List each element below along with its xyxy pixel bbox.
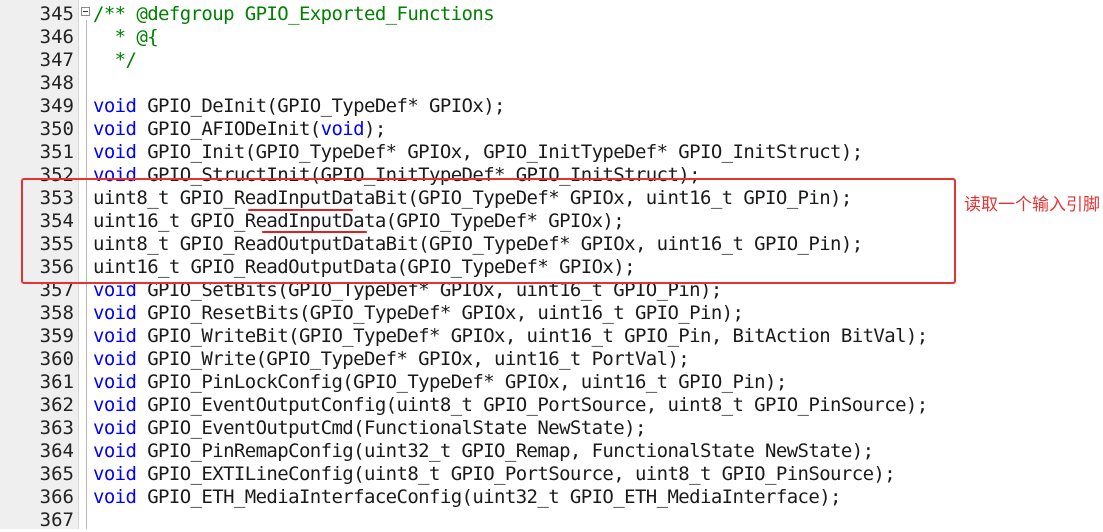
line-number: 360: [39, 348, 74, 370]
keyword-token: void: [93, 325, 137, 347]
code-text: void GPIO_ETH_MediaInterfaceConfig(uint3…: [93, 486, 842, 509]
line-number: 351: [39, 141, 74, 163]
code-token: GPIO_DeInit(GPIO_TypeDef* GPIOx);: [136, 95, 505, 117]
code-text: void GPIO_ResetBits(GPIO_TypeDef* GPIOx,…: [93, 302, 744, 325]
code-text: void GPIO_EventOutputConfig(uint8_t GPIO…: [93, 394, 928, 417]
keyword-token: void: [93, 348, 137, 370]
keyword-token: void: [93, 463, 137, 485]
code-text: /** @defgroup GPIO_Exported_Functions: [93, 3, 495, 26]
keyword-token: void: [93, 417, 137, 439]
line-number: 348: [39, 72, 74, 94]
line-number: 364: [39, 440, 74, 462]
keyword-token: void: [93, 371, 137, 393]
keyword-token: void: [93, 394, 137, 416]
line-number: 347: [39, 49, 74, 71]
line-number: 350: [39, 118, 74, 140]
line-number: 361: [39, 371, 74, 393]
line-number: 349: [39, 95, 74, 117]
code-text: void GPIO_WriteBit(GPIO_TypeDef* GPIOx, …: [93, 325, 928, 348]
code-text: * @{: [93, 26, 159, 49]
comment-token: */: [93, 49, 137, 71]
code-text: void GPIO_PinLockConfig(GPIO_TypeDef* GP…: [93, 371, 787, 394]
keyword-token: void: [93, 141, 137, 163]
line-number: 362: [39, 394, 74, 416]
line-number: 365: [39, 463, 74, 485]
code-text: */: [93, 49, 137, 72]
comment-token: * @{: [93, 26, 159, 48]
keyword-token: void: [93, 95, 137, 117]
code-token: GPIO_ResetBits(GPIO_TypeDef* GPIOx, uint…: [136, 302, 744, 324]
code-token: GPIO_EXTILineConfig(uint8_t GPIO_PortSou…: [136, 463, 896, 485]
keyword-token: void: [93, 118, 137, 140]
code-text: void GPIO_EXTILineConfig(uint8_t GPIO_Po…: [93, 463, 896, 486]
code-text: void GPIO_DeInit(GPIO_TypeDef* GPIOx);: [93, 95, 505, 118]
code-token: );: [363, 118, 386, 140]
code-token: GPIO_ETH_MediaInterfaceConfig(uint32_t G…: [136, 486, 841, 508]
keyword-token: void: [93, 302, 137, 324]
code-token: GPIO_EventOutputConfig(uint8_t GPIO_Port…: [136, 394, 928, 416]
code-text: void GPIO_AFIODeInit(void);: [93, 118, 386, 141]
code-text: void GPIO_Init(GPIO_TypeDef* GPIOx, GPIO…: [93, 141, 863, 164]
underline-readinput-2: [262, 231, 367, 233]
code-token: GPIO_PinLockConfig(GPIO_TypeDef* GPIOx, …: [136, 371, 787, 393]
fold-collapse-icon[interactable]: [81, 7, 90, 16]
code-text: void GPIO_EventOutputCmd(FunctionalState…: [93, 417, 646, 440]
annotation-label: 读取一个输入引脚: [964, 195, 1100, 215]
line-number: 363: [39, 417, 74, 439]
underline-readinput-1: [248, 209, 353, 211]
code-token: GPIO_Init(GPIO_TypeDef* GPIOx, GPIO_Init…: [136, 141, 863, 163]
code-token: GPIO_WriteBit(GPIO_TypeDef* GPIOx, uint1…: [136, 325, 928, 347]
line-number: 346: [39, 26, 74, 48]
code-token: GPIO_EventOutputCmd(FunctionalState NewS…: [136, 417, 646, 439]
code-text: void GPIO_PinRemapConfig(uint32_t GPIO_R…: [93, 440, 874, 463]
keyword-token: void: [93, 440, 137, 462]
line-number: 358: [39, 302, 74, 324]
comment-token: /** @defgroup GPIO_Exported_Functions: [93, 3, 495, 25]
keyword-token: void: [93, 486, 137, 508]
highlight-box: [21, 178, 956, 284]
code-token: GPIO_Write(GPIO_TypeDef* GPIOx, uint16_t…: [136, 348, 690, 370]
line-number: 366: [39, 486, 74, 508]
code-text: void GPIO_Write(GPIO_TypeDef* GPIOx, uin…: [93, 348, 690, 371]
keyword-token: void: [320, 118, 365, 140]
line-number: 359: [39, 325, 74, 347]
line-number: 345: [39, 3, 74, 25]
code-token: GPIO_AFIODeInit(: [136, 118, 321, 140]
code-token: GPIO_PinRemapConfig(uint32_t GPIO_Remap,…: [136, 440, 874, 462]
